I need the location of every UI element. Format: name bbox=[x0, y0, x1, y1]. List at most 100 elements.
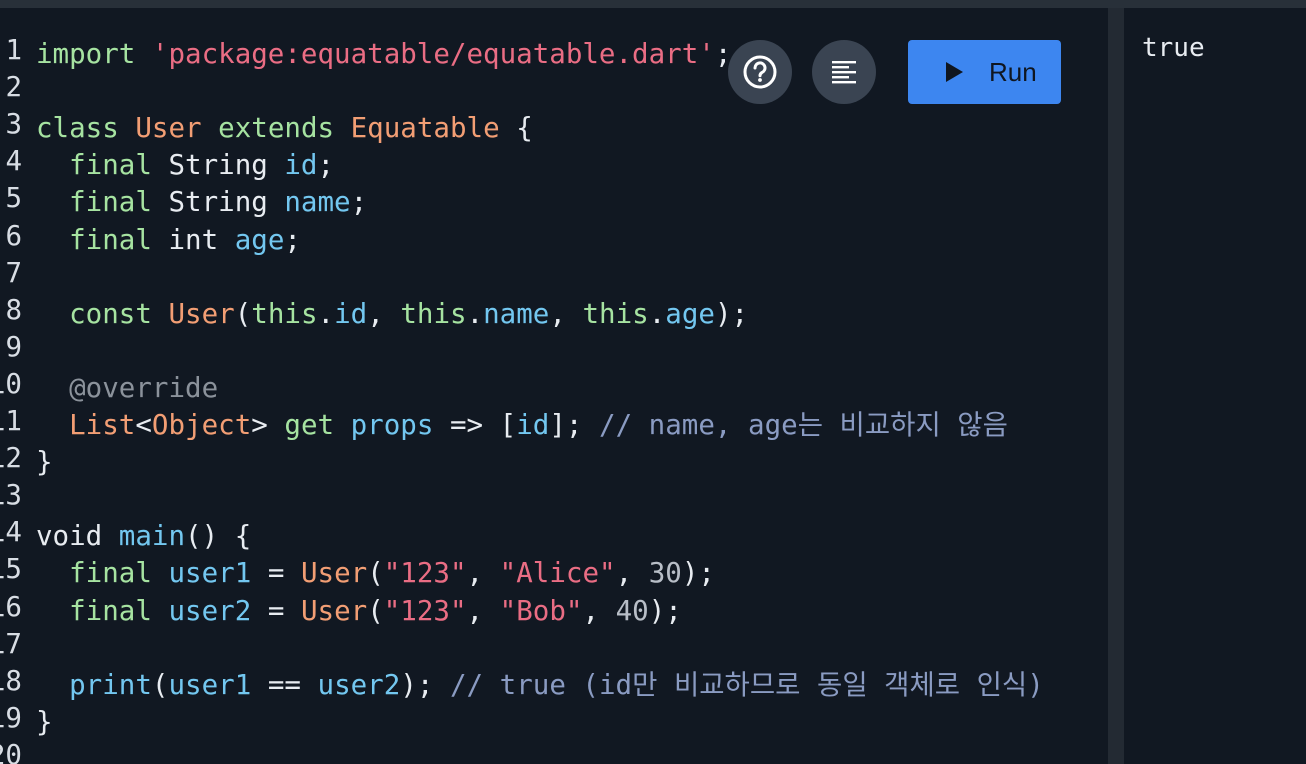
line-number: 18 bbox=[0, 664, 22, 697]
line-number: 14 bbox=[0, 516, 22, 549]
code-token: ); bbox=[714, 297, 749, 330]
code-token: this bbox=[400, 297, 467, 330]
code-token: ; bbox=[350, 186, 368, 219]
code-line[interactable]: 20 bbox=[0, 739, 1108, 764]
code-token: id bbox=[284, 149, 318, 182]
code-editor[interactable]: 1 import 'package:equatable/equatable.dar… bbox=[0, 8, 1108, 764]
code-token: String bbox=[151, 186, 285, 219]
code-token: age bbox=[234, 223, 285, 256]
question-circle-icon bbox=[743, 55, 777, 89]
code-text: import 'package:equatable/equatable.dart… bbox=[36, 36, 731, 73]
code-text: class User extends Equatable { bbox=[36, 110, 533, 147]
format-lines-icon bbox=[832, 61, 856, 84]
code-token: User bbox=[135, 112, 202, 145]
code-token: final bbox=[69, 223, 152, 256]
code-text: final int age; bbox=[36, 222, 301, 259]
code-line[interactable]: 18 print(user1 == user2); // true (id만 비… bbox=[0, 665, 1108, 704]
line-number: 13 bbox=[0, 479, 22, 512]
code-token: Equatable bbox=[350, 112, 500, 145]
code-line[interactable]: 5 final String name; bbox=[0, 182, 1108, 221]
code-token: "Alice" bbox=[499, 557, 616, 590]
code-token: ; bbox=[284, 223, 301, 256]
code-line[interactable]: 15 final user1 = User("123", "Alice", 30… bbox=[0, 553, 1108, 592]
code-token: void bbox=[36, 520, 103, 553]
line-number: 7 bbox=[5, 256, 22, 289]
code-token: "123" bbox=[383, 557, 467, 590]
line-number: 2 bbox=[5, 71, 22, 104]
top-bar bbox=[0, 0, 1306, 8]
code-token: user1 bbox=[168, 668, 252, 701]
line-number: 4 bbox=[5, 145, 22, 178]
line-number: 8 bbox=[5, 293, 22, 326]
code-token: User bbox=[168, 297, 235, 330]
code-token: , bbox=[466, 594, 500, 627]
line-number: 11 bbox=[0, 405, 22, 437]
code-line[interactable]: 19} bbox=[0, 702, 1108, 741]
code-token: { bbox=[499, 112, 533, 145]
code-token: id bbox=[334, 297, 368, 330]
dartpad-window: 1 import 'package:equatable/equatable.dar… bbox=[0, 0, 1306, 764]
code-token: final bbox=[69, 186, 152, 219]
format-button[interactable] bbox=[812, 40, 876, 104]
code-token: , bbox=[466, 557, 500, 590]
splitter[interactable] bbox=[1108, 8, 1124, 764]
code-token: class bbox=[36, 112, 119, 145]
help-button[interactable] bbox=[728, 40, 792, 104]
line-number: 6 bbox=[5, 219, 22, 252]
play-icon bbox=[946, 62, 963, 82]
code-line[interactable]: 11 List<Object> get props => [id]; // na… bbox=[0, 405, 1108, 444]
code-token: name bbox=[284, 186, 351, 219]
code-line[interactable]: 17 bbox=[0, 628, 1108, 667]
code-token: ( bbox=[367, 594, 384, 627]
code-token: () { bbox=[185, 520, 252, 553]
code-line[interactable]: 13 bbox=[0, 479, 1108, 518]
code-token: name bbox=[483, 297, 550, 330]
code-line[interactable]: 10 @override bbox=[0, 368, 1108, 407]
line-number: 17 bbox=[0, 627, 22, 660]
code-line[interactable]: 7 bbox=[0, 257, 1108, 296]
code-line[interactable]: 14 void main() { bbox=[0, 516, 1108, 555]
run-button[interactable]: Run bbox=[908, 40, 1061, 104]
line-number: 16 bbox=[0, 590, 22, 623]
code-token: = bbox=[251, 557, 301, 590]
code-line[interactable]: 16 final user2 = User("123", "Bob", 40); bbox=[0, 591, 1108, 630]
line-number: 10 bbox=[0, 367, 22, 400]
line-number: 19 bbox=[0, 701, 22, 734]
code-line[interactable]: 6 final int age; bbox=[0, 220, 1108, 259]
code-token: get bbox=[284, 409, 335, 441]
code-token: ( bbox=[151, 668, 169, 701]
code-token: final bbox=[69, 149, 152, 182]
code-token: ); bbox=[648, 594, 682, 627]
code-token: == bbox=[251, 668, 318, 701]
line-number: 15 bbox=[0, 553, 22, 586]
code-token: User bbox=[300, 557, 368, 590]
code-token: age bbox=[665, 297, 715, 330]
line-number: 12 bbox=[0, 442, 22, 475]
code-line[interactable]: 9 bbox=[0, 331, 1108, 370]
code-token: > bbox=[251, 409, 285, 441]
code-token: 30 bbox=[648, 557, 682, 590]
code-token: id bbox=[516, 409, 550, 441]
code-token: } bbox=[36, 705, 53, 738]
code-token: @override bbox=[69, 371, 219, 404]
code-token: int bbox=[151, 223, 235, 256]
code-line[interactable]: 4 final String id; bbox=[0, 145, 1108, 184]
code-line[interactable]: 12} bbox=[0, 442, 1108, 481]
code-token: user2 bbox=[168, 594, 252, 627]
code-line[interactable]: 3 class User extends Equatable { bbox=[0, 108, 1108, 147]
code-text: @override bbox=[36, 370, 218, 407]
code-token: , bbox=[549, 297, 583, 330]
code-token: final bbox=[69, 557, 152, 590]
code-token: < bbox=[135, 409, 152, 441]
code-line[interactable]: 8 const User(this.id, this.name, this.ag… bbox=[0, 294, 1108, 333]
